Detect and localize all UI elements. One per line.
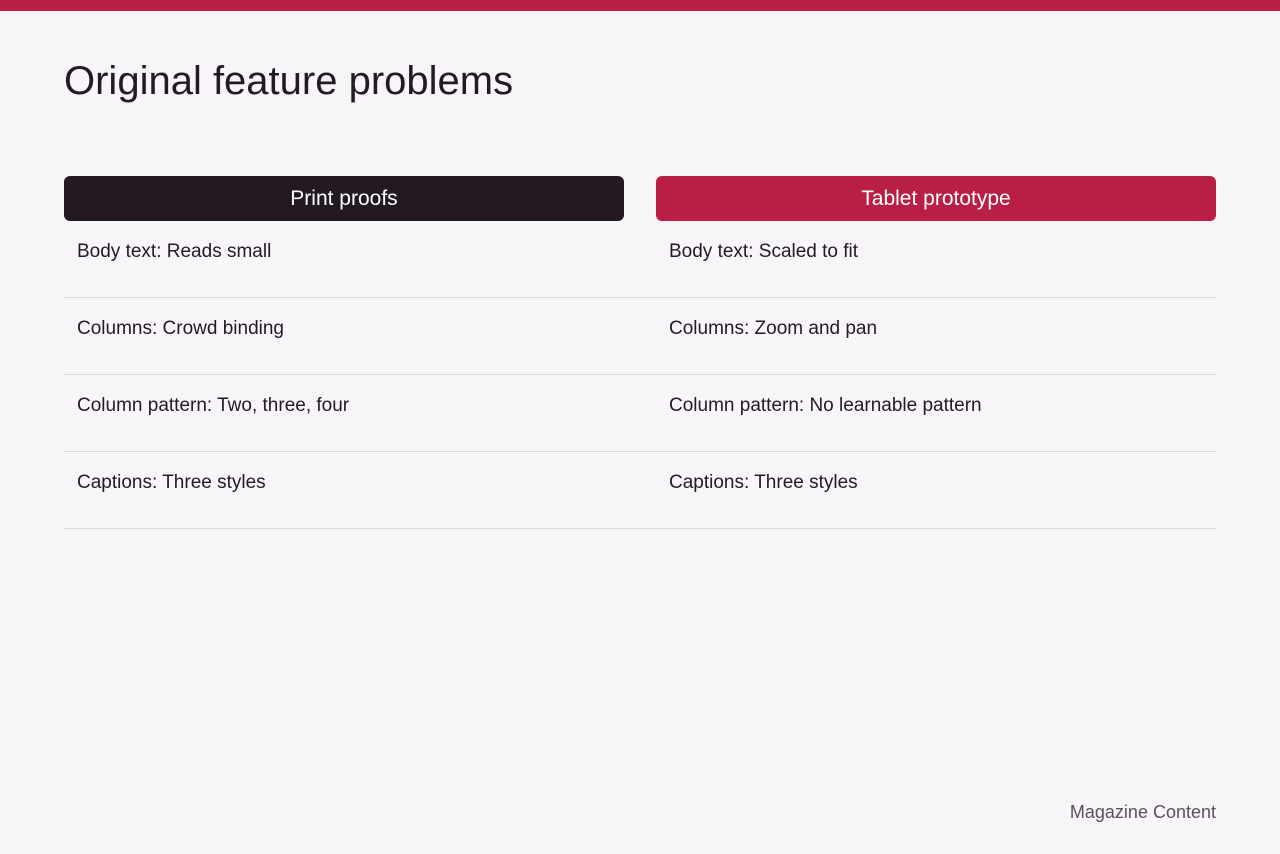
print-cell: Column pattern: Two, three, four xyxy=(77,395,350,416)
tablet-prototype-column: Tablet prototype xyxy=(656,176,1216,221)
table-row: Captions: Three styles Captions: Three s… xyxy=(64,452,1216,529)
table-row: Columns: Crowd binding Columns: Zoom and… xyxy=(64,298,1216,375)
table-row: Body text: Reads small Body text: Scaled… xyxy=(64,221,1216,298)
comparison-table: Print proofs Tablet prototype Body text:… xyxy=(64,176,1216,529)
footer-label: Magazine Content xyxy=(1069,802,1216,822)
table-row: Column pattern: Two, three, four Column … xyxy=(64,375,1216,452)
tablet-cell: Body text: Scaled to fit xyxy=(669,241,859,262)
column-header-print-proofs: Print proofs xyxy=(64,176,624,221)
print-cell: Body text: Reads small xyxy=(77,241,272,262)
column-header-tablet-prototype: Tablet prototype xyxy=(656,176,1216,221)
tablet-cell: Captions: Three styles xyxy=(669,472,858,493)
print-proofs-column: Print proofs xyxy=(64,176,624,221)
accent-top-bar xyxy=(0,0,1280,11)
tablet-cell: Column pattern: No learnable pattern xyxy=(669,395,982,416)
print-cell: Captions: Three styles xyxy=(77,472,266,493)
print-cell: Columns: Crowd binding xyxy=(77,318,284,339)
tablet-cell: Columns: Zoom and pan xyxy=(669,318,878,339)
page-title: Original feature problems xyxy=(64,59,514,103)
comparison-rows: Body text: Reads small Body text: Scaled… xyxy=(64,221,1216,529)
